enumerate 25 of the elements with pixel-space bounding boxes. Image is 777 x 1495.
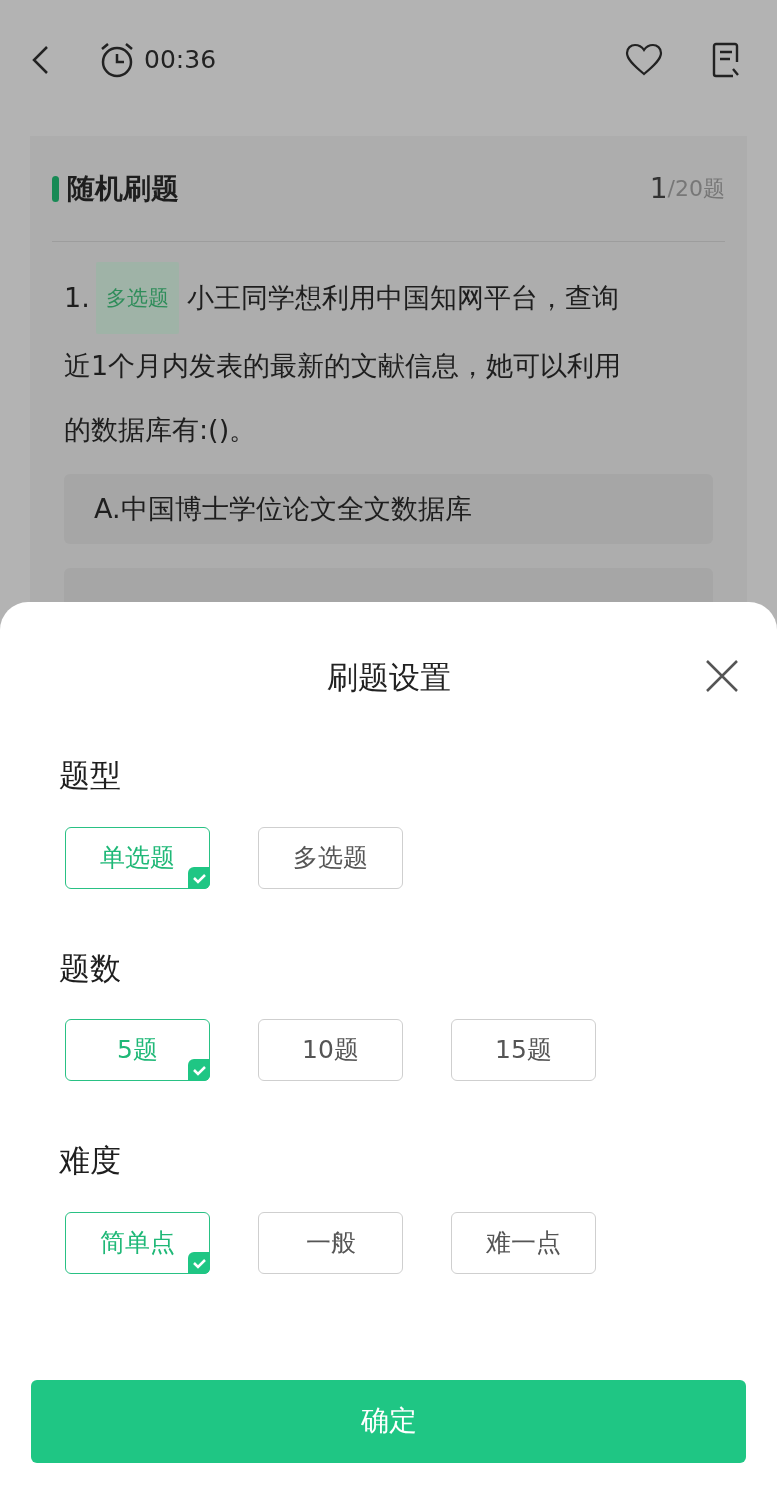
option-chip[interactable]: 15题 (451, 1019, 596, 1081)
check-icon (188, 1251, 210, 1274)
section-label: 题数 (59, 948, 122, 988)
question-text: 近1个月内发表的最新的文献信息，她可以利用 (64, 349, 622, 383)
check-icon (188, 1059, 210, 1081)
card-title: 随机刷题 (67, 170, 179, 207)
timer: 00:36 (144, 44, 217, 77)
question-text: 的数据库有:()。 (64, 413, 257, 447)
option-chip[interactable]: 多选题 (258, 826, 403, 889)
section-label: 难度 (59, 1141, 122, 1180)
back-icon[interactable] (30, 44, 50, 76)
option-chip[interactable]: 10题 (258, 1019, 403, 1081)
answer-option[interactable]: A.中国博士学位论文全文数据库 (64, 474, 713, 544)
heart-icon[interactable] (625, 43, 663, 77)
sheet-title: 刷题设置 (326, 657, 451, 697)
section-label: 题型 (59, 756, 122, 795)
option-chip[interactable]: 难一点 (451, 1211, 596, 1274)
close-button[interactable] (704, 658, 740, 694)
question-type-tag: 多选题 (95, 262, 179, 334)
question-text: 小王同学想利用中国知网平台，查询 (186, 281, 619, 315)
title-accent-bar (52, 175, 59, 202)
check-icon (188, 866, 210, 889)
question-number: 1. (64, 281, 90, 315)
progress-current: 1 (649, 170, 668, 207)
option-chip[interactable]: 一般 (258, 1211, 403, 1274)
